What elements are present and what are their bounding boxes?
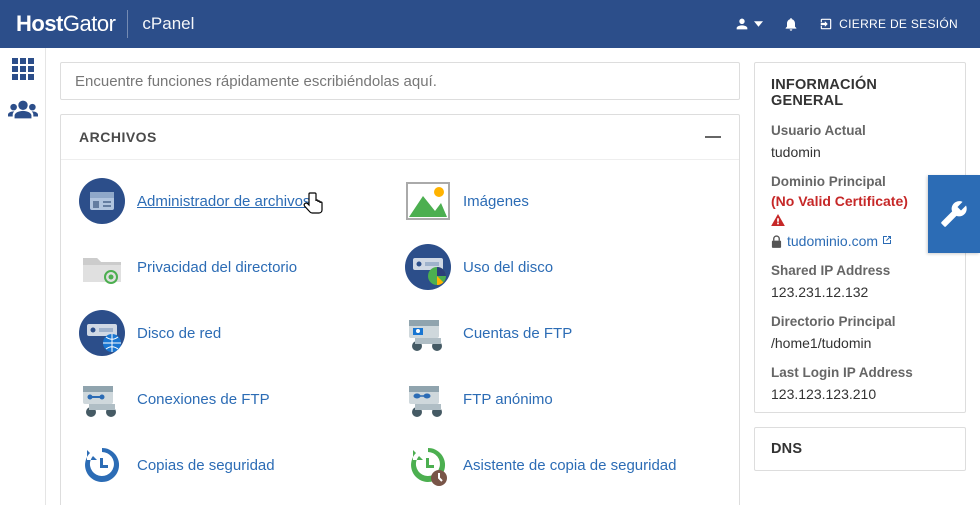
right-column: INFORMACIÓN GENERAL Usuario Actual tudom…	[754, 48, 980, 505]
app-disk-usage[interactable]: Uso del disco	[405, 244, 721, 290]
app-backup-wizard[interactable]: Asistente de copia de seguridad	[405, 442, 721, 488]
app-ftp-accounts[interactable]: Cuentas de FTP	[405, 310, 721, 356]
files-panel: ARCHIVOS Administrador de archivos	[60, 114, 740, 505]
user-icon	[734, 16, 750, 32]
file-manager-icon	[79, 178, 125, 224]
home-dir-label: Directorio Principal	[771, 314, 949, 329]
primary-domain-link[interactable]: tudominio.com	[787, 233, 893, 249]
backup-wizard-icon	[405, 442, 451, 488]
sidebar-apps-grid[interactable]	[8, 58, 38, 80]
app-label: FTP anónimo	[463, 391, 553, 408]
panel-title: ARCHIVOS	[79, 129, 157, 145]
app-images[interactable]: Imágenes	[405, 178, 721, 224]
app-anonymous-ftp[interactable]: FTP anónimo	[405, 376, 721, 422]
logout-label: CIERRE DE SESIÓN	[839, 17, 958, 31]
current-user-value: tudomin	[771, 144, 949, 160]
app-label: Disco de red	[137, 325, 221, 342]
user-menu-button[interactable]	[724, 0, 773, 48]
app-label: Cuentas de FTP	[463, 325, 572, 342]
collapse-icon[interactable]	[705, 136, 721, 138]
app-backup[interactable]: Copias de seguridad	[79, 442, 395, 488]
chevron-down-icon	[754, 21, 763, 27]
primary-domain-value: tudominio.com	[787, 233, 878, 249]
external-link-icon	[881, 234, 893, 246]
dns-panel: DNS	[754, 427, 966, 471]
logout-button[interactable]: CIERRE DE SESIÓN	[809, 0, 968, 48]
notifications-button[interactable]	[773, 0, 809, 48]
search-input[interactable]	[60, 62, 740, 100]
shared-ip-value: 123.231.12.132	[771, 284, 949, 300]
current-user-label: Usuario Actual	[771, 123, 949, 138]
app-label: Copias de seguridad	[137, 457, 275, 474]
header-divider	[127, 10, 128, 38]
sidebar-users[interactable]	[8, 98, 38, 120]
app-label: Imágenes	[463, 193, 529, 210]
tools-tab[interactable]	[928, 175, 980, 253]
app-label: Conexiones de FTP	[137, 391, 270, 408]
app-file-manager[interactable]: Administrador de archivos	[79, 178, 395, 224]
dns-panel-title: DNS	[771, 441, 949, 457]
header-title: cPanel	[142, 14, 194, 34]
wrench-icon	[940, 200, 968, 228]
app-ftp-connections[interactable]: Conexiones de FTP	[79, 376, 395, 422]
info-panel-title: INFORMACIÓN GENERAL	[771, 77, 949, 109]
home-dir-value: /home1/tudomin	[771, 335, 949, 351]
left-sidebar	[0, 48, 46, 505]
disk-usage-icon	[405, 244, 451, 290]
grid-icon	[11, 57, 35, 81]
web-disk-icon	[79, 310, 125, 356]
ssl-status-badge: (No Valid Certificate)	[771, 193, 949, 209]
panel-header[interactable]: ARCHIVOS	[61, 115, 739, 160]
top-header: HostGator cPanel CIERRE DE SESIÓN	[0, 0, 980, 48]
anonymous-ftp-icon	[405, 376, 451, 422]
images-icon	[405, 178, 451, 224]
main-content: ARCHIVOS Administrador de archivos	[46, 48, 754, 505]
users-icon	[8, 99, 38, 119]
last-login-value: 123.123.123.210	[771, 386, 949, 402]
bell-icon	[783, 16, 799, 32]
brand-part1: Host	[16, 11, 63, 36]
app-directory-privacy[interactable]: Privacidad del directorio	[79, 244, 395, 290]
warning-icon	[771, 214, 949, 229]
directory-privacy-icon	[79, 244, 125, 290]
app-label: Administrador de archivos	[137, 193, 310, 210]
app-label: Asistente de copia de seguridad	[463, 457, 676, 474]
brand-part2: Gator	[63, 11, 116, 36]
logout-icon	[819, 17, 833, 31]
ftp-connections-icon	[79, 376, 125, 422]
app-label: Privacidad del directorio	[137, 259, 297, 276]
backup-icon	[79, 442, 125, 488]
primary-domain-label: Dominio Principal	[771, 174, 949, 189]
app-label: Uso del disco	[463, 259, 553, 276]
shared-ip-label: Shared IP Address	[771, 263, 949, 278]
lock-icon	[771, 235, 782, 248]
last-login-label: Last Login IP Address	[771, 365, 949, 380]
ftp-accounts-icon	[405, 310, 451, 356]
brand-logo[interactable]: HostGator	[16, 11, 115, 37]
app-web-disk[interactable]: Disco de red	[79, 310, 395, 356]
